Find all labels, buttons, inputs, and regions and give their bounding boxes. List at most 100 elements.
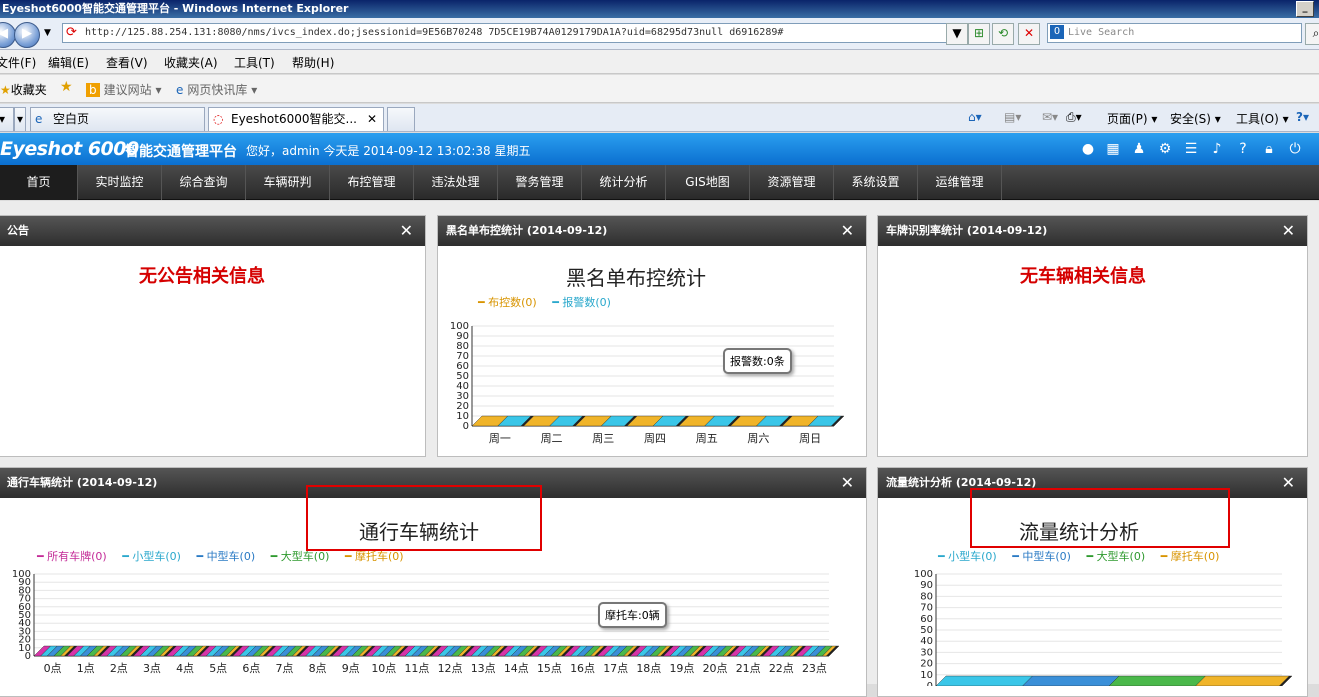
address-bar[interactable]: ⟳ http://125.88.254.131:8080/nms/ivcs_in…	[62, 23, 960, 43]
empty-message: 无公告相关信息	[139, 266, 265, 287]
ie-icon: e	[176, 83, 184, 97]
lock-icon[interactable]: 🔒︎	[1261, 141, 1277, 157]
list-icon[interactable]: ☰	[1183, 141, 1199, 157]
close-icon[interactable]: ✕	[400, 216, 413, 246]
y-tick-label: 70	[456, 351, 469, 362]
nav-violation[interactable]: 违法处理	[414, 165, 498, 200]
tab-bar: ▾ ▾ e 空白页 ◌ Eyeshot6000智能交... ✕ ⌂▾ ▤▾ ✉▾…	[0, 104, 1319, 132]
panel-header: 车牌识别率统计 (2014-09-12) ✕	[878, 216, 1307, 246]
menu-edit[interactable]: 编辑(E)	[48, 54, 89, 71]
address-toolbar: ◀ ▶ ▼ ⟳ http://125.88.254.131:8080/nms/i…	[0, 18, 1319, 50]
nav-surveillance[interactable]: 布控管理	[330, 165, 414, 200]
menu-file[interactable]: 文件(F)	[0, 54, 36, 71]
favorites-star-icon: ★	[0, 83, 11, 97]
nav-home[interactable]: 首页	[0, 165, 78, 200]
add-favorite-icon[interactable]: ★	[60, 79, 73, 95]
history-dropdown-icon[interactable]: ▼	[44, 28, 51, 38]
forward-button[interactable]: ▶	[14, 22, 40, 48]
x-tick-label: 14点	[504, 662, 529, 675]
help-circle-icon[interactable]: ?	[1235, 141, 1251, 157]
bar	[1108, 675, 1206, 686]
new-tab-button[interactable]	[387, 107, 415, 131]
address-dropdown-button[interactable]: ▼	[946, 23, 968, 45]
x-tick-label: 周日	[799, 432, 821, 444]
user-settings-icon[interactable]: ♟	[1131, 141, 1147, 157]
x-tick-label: 12点	[438, 662, 463, 675]
help-icon[interactable]: ?▾	[1296, 110, 1309, 124]
chart-title: 黑名单布控统计	[566, 266, 706, 290]
y-tick-label: 80	[456, 341, 469, 352]
power-icon[interactable]: ⏻	[1287, 141, 1303, 157]
nav-resources[interactable]: 资源管理	[750, 165, 834, 200]
safety-menu[interactable]: 安全(S) ▾	[1170, 110, 1221, 127]
search-go-icon[interactable]: ⌕	[1305, 23, 1319, 45]
app-header: Eyeshot 6000 智能交通管理平台 您好，admin 今天是 2014-…	[0, 133, 1319, 165]
close-icon[interactable]: ✕	[1282, 468, 1295, 498]
message-icon[interactable]: ●	[1080, 141, 1096, 157]
flow-chart: 0102030405060708090100	[914, 569, 1293, 686]
live-search-icon: O	[1050, 25, 1064, 39]
tools-menu[interactable]: 工具(O) ▾	[1236, 110, 1289, 127]
stop-icon[interactable]: ✕	[1018, 23, 1040, 45]
close-icon[interactable]: ✕	[841, 468, 854, 498]
y-tick-label: 10	[456, 411, 469, 422]
nav-system-settings[interactable]: 系统设置	[834, 165, 918, 200]
y-tick-label: 30	[456, 391, 469, 402]
favorites-button[interactable]: ★收藏夹	[0, 81, 47, 98]
traffic-panel: 通行车辆统计 (2014-09-12) ✕ 通行车辆统计 ━ 所有车牌(0) ━…	[0, 467, 867, 697]
x-tick-label: 周五	[696, 432, 718, 444]
y-tick-label: 100	[914, 569, 933, 580]
fav-suggested-label: 建议网站 ▾	[103, 83, 162, 97]
nav-query[interactable]: 综合查询	[162, 165, 246, 200]
blacklist-chart: 0102030405060708090100 周一 周二 周三 周四 周五 周六 周日	[450, 321, 845, 444]
home-icon[interactable]: ⌂▾	[968, 110, 982, 124]
menu-view[interactable]: 查看(V)	[106, 54, 148, 71]
grid-icon[interactable]: ▦	[1105, 141, 1121, 157]
tab-blank[interactable]: e 空白页	[30, 107, 205, 131]
nav-statistics[interactable]: 统计分析	[582, 165, 666, 200]
menu-help[interactable]: 帮助(H)	[292, 54, 334, 71]
compat-view-icon[interactable]: ⊞	[968, 23, 990, 45]
y-tick-label: 50	[920, 625, 933, 636]
y-tick-label: 60	[456, 361, 469, 372]
x-tick-label: 6点	[242, 662, 260, 675]
search-input[interactable]: O Live Search	[1047, 23, 1302, 43]
minimize-button[interactable]: _	[1296, 1, 1314, 17]
refresh-icon[interactable]: ⟲	[992, 23, 1014, 45]
print-icon[interactable]: ⎙▾	[1066, 110, 1082, 125]
tab-list-button[interactable]: ▾	[0, 107, 14, 131]
menu-tools[interactable]: 工具(T)	[234, 54, 275, 71]
nav-realtime-monitor[interactable]: 实时监控	[78, 165, 162, 200]
x-tick-label: 23点	[802, 662, 827, 675]
menu-bar: 文件(F) 编辑(E) 查看(V) 收藏夹(A) 工具(T) 帮助(H)	[0, 50, 1319, 74]
menu-favorites[interactable]: 收藏夹(A)	[164, 54, 218, 71]
panel-header: 黑名单布控统计 (2014-09-12) ✕	[438, 216, 866, 246]
chart-tooltip: 摩托车:0辆	[598, 602, 667, 628]
greeting-text: 您好，admin 今天是 2014-09-12 13:02:38 星期五	[246, 144, 531, 158]
mail-icon[interactable]: ✉▾	[1042, 110, 1058, 124]
address-url: http://125.88.254.131:8080/nms/ivcs_inde…	[85, 27, 784, 38]
nav-gis-map[interactable]: GIS地图	[666, 165, 750, 200]
tab-close-icon[interactable]: ✕	[367, 108, 377, 130]
y-tick-label: 20	[920, 659, 933, 670]
nav-vehicle-analysis[interactable]: 车辆研判	[246, 165, 330, 200]
gear-icon[interactable]: ⚙	[1157, 141, 1173, 157]
app-logo: Eyeshot 6000	[0, 138, 139, 160]
highlight-box	[970, 488, 1230, 548]
fav-suggested-sites[interactable]: b 建议网站 ▾	[86, 81, 161, 98]
feeds-icon[interactable]: ▤▾	[1004, 110, 1021, 124]
main-nav: 首页 实时监控 综合查询 车辆研判 布控管理 违法处理 警务管理 统计分析 GI…	[0, 165, 1319, 200]
volume-icon[interactable]: ♪	[1209, 141, 1225, 157]
fav-web-slice[interactable]: e 网页快讯库 ▾	[176, 81, 257, 98]
y-tick-label: 70	[920, 603, 933, 614]
x-tick-label: 21点	[736, 662, 761, 675]
search-placeholder: Live Search	[1068, 27, 1135, 38]
close-icon[interactable]: ✕	[1282, 216, 1295, 246]
nav-operations[interactable]: 运维管理	[918, 165, 1002, 200]
x-tick-label: 22点	[769, 662, 794, 675]
nav-police[interactable]: 警务管理	[498, 165, 582, 200]
quick-tabs-button[interactable]: ▾	[14, 107, 26, 131]
close-icon[interactable]: ✕	[841, 216, 854, 246]
page-menu[interactable]: 页面(P) ▾	[1107, 110, 1157, 127]
tab-eyeshot[interactable]: ◌ Eyeshot6000智能交... ✕	[208, 107, 384, 131]
